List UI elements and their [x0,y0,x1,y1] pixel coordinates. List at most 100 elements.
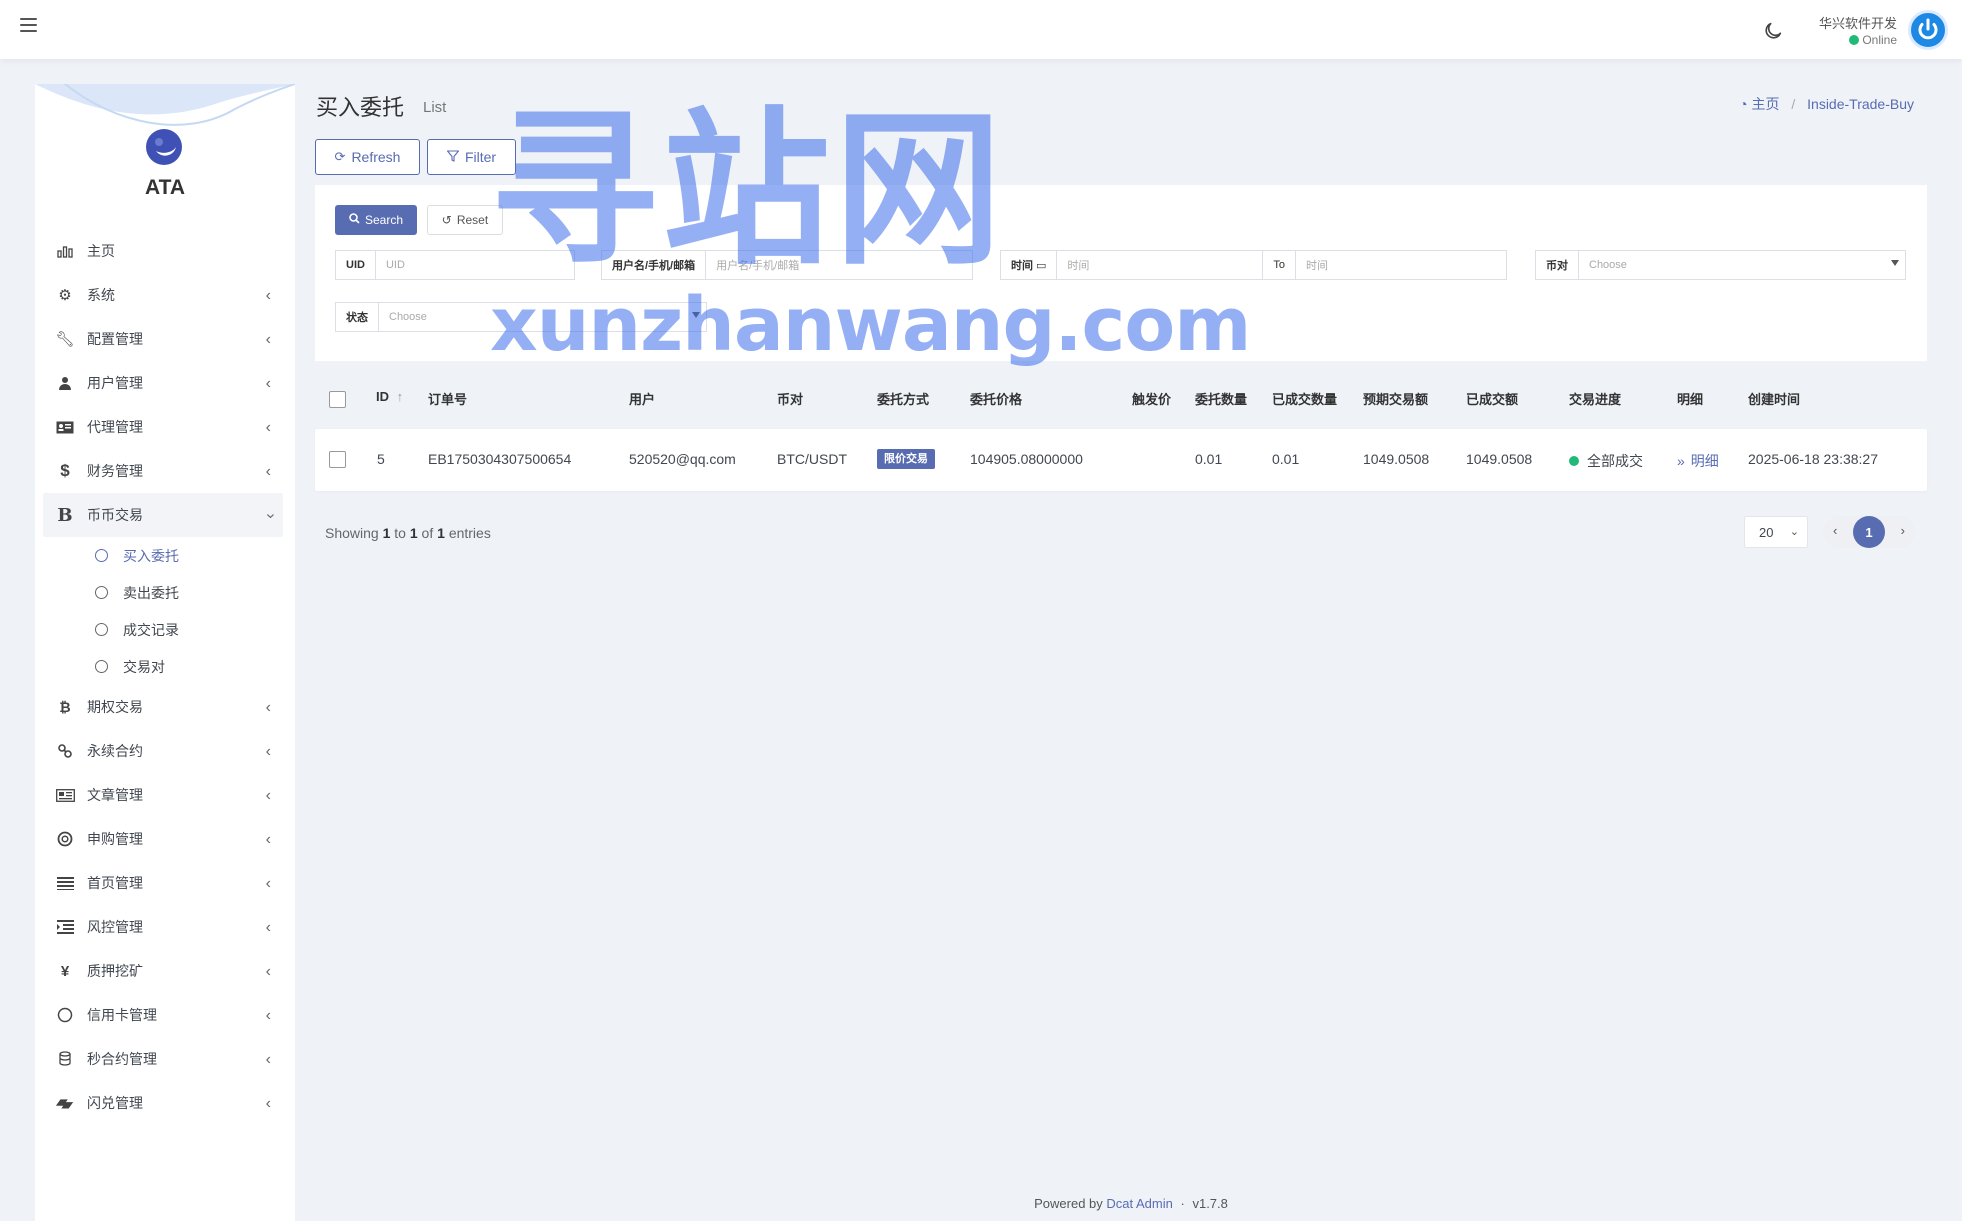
undo-icon: ↺ [441,213,452,227]
showing-prefix: Showing [325,525,379,541]
col-progress: 交易进度 [1569,392,1622,407]
row-checkbox[interactable] [329,451,346,468]
footer-link[interactable]: Dcat Admin [1106,1196,1172,1211]
sidebar-item-config[interactable]: 🔧︎ 配置管理 ‹ [35,317,295,361]
menu-toggle-icon[interactable] [20,18,37,34]
sidebar-item-risk[interactable]: 风控管理 ‹ [35,905,295,949]
pair-select[interactable]: Choose [1579,251,1905,279]
next-page-icon[interactable]: › [1901,523,1905,538]
col-qty: 委托数量 [1195,392,1248,407]
sidebar-item-finance[interactable]: $ 财务管理 ‹ [35,449,295,493]
status-label: 状态 [336,303,379,331]
sidebar-item-label: 期权交易 [87,699,143,715]
refresh-icon: ⟳ [334,149,346,164]
uid-label: UID [336,251,376,279]
brand-logo-icon [146,129,182,165]
filter-button-label: Filter [464,149,497,165]
lifebuoy-icon [55,829,75,849]
select-all-checkbox[interactable] [329,391,346,408]
col-filled-qty: 已成交数量 [1272,392,1338,407]
sidebar-item-label: 系统 [87,287,115,303]
refresh-button[interactable]: ⟳ Refresh [315,139,420,175]
circle-icon [95,549,108,562]
chevron-left-icon: ‹ [265,1007,271,1024]
sort-arrow-icon: ↑ [396,389,404,404]
id-card-icon [55,417,75,437]
dollar-icon: $ [60,461,70,480]
user-status: Online [1849,33,1897,47]
search-button[interactable]: Search [335,205,417,235]
sidebar-item-label: 财务管理 [87,463,143,479]
time-label-text: 时间 [1011,260,1033,272]
sidebar-item-staking[interactable]: ¥ 质押挖矿 ‹ [35,949,295,993]
submenu-item-pairs[interactable]: 交易对 [35,648,295,685]
user-name[interactable]: 华兴软件开发 [1819,13,1897,32]
power-icon [1918,18,1938,40]
dashboard-icon: ◔ [1739,96,1748,112]
sidebar-item-home[interactable]: 主页 [35,229,295,273]
col-id[interactable]: ID ↑ [376,389,403,404]
dark-mode-icon[interactable] [1762,20,1784,42]
time-end-input[interactable]: 时间 [1296,251,1506,279]
chevron-left-icon: ‹ [265,287,271,304]
sidebar-item-credit-card[interactable]: 信用卡管理 ‹ [35,993,295,1037]
sidebar-item-spot-trading[interactable]: B 币币交易 ‹ [43,493,283,537]
brand-name: ATA [144,176,186,199]
submenu-item-trades[interactable]: 成交记录 [35,611,295,648]
col-user: 用户 [629,392,656,407]
col-method: 委托方式 [877,392,930,407]
sidebar-item-options[interactable]: ₿ 期权交易 ‹ [35,685,295,729]
link-icon [55,741,75,761]
caret-down-icon [1891,260,1899,266]
user-status-text: Online [1862,33,1897,47]
sidebar-item-users[interactable]: 用户管理 ‹ [35,361,295,405]
submenu-item-buy-orders[interactable]: 买入委托 [35,537,295,574]
sidebar-item-system[interactable]: ⚙ 系统 ‹ [35,273,295,317]
chevron-left-icon: ‹ [265,1051,271,1068]
filter-button[interactable]: Filter [427,139,516,175]
submenu-item-sell-orders[interactable]: 卖出委托 [35,574,295,611]
filter-panel: Search ↺ Reset UID UID 用户名/手机/邮箱 用户名/手机/… [315,185,1927,361]
sidebar-item-flash-exchange[interactable]: 闪兑管理 ‹ [35,1081,295,1125]
status-dot-icon [1569,456,1579,466]
col-filled-amt: 已成交额 [1466,392,1519,407]
breadcrumb-separator: / [1791,96,1796,112]
calendar-icon: ▭ [1036,259,1047,272]
sidebar-item-label: 文章管理 [87,787,143,803]
user-input[interactable]: 用户名/手机/邮箱 [706,251,972,279]
submenu-item-label: 交易对 [123,658,165,675]
showing-total: 1 [437,525,445,541]
progress-text: 全部成交 [1587,453,1643,469]
page-current[interactable]: 1 [1853,516,1885,548]
sidebar-item-second-contract[interactable]: 秒合约管理 ‹ [35,1037,295,1081]
uid-input[interactable]: UID [376,251,574,279]
users-icon [55,373,75,393]
sidebar-item-agents[interactable]: 代理管理 ‹ [35,405,295,449]
avatar[interactable] [1908,10,1948,50]
col-created: 创建时间 [1748,392,1801,407]
showing-from: 1 [382,525,391,541]
per-page-select[interactable]: 20 ⌄ [1744,516,1808,548]
detail-link[interactable]: » 明细 [1677,451,1719,471]
sidebar-item-subscription[interactable]: 申购管理 ‹ [35,817,295,861]
chevron-left-icon: ‹ [265,375,271,392]
sidebar-item-perpetual[interactable]: 永续合约 ‹ [35,729,295,773]
breadcrumb-current[interactable]: Inside-Trade-Buy [1807,96,1914,112]
sidebar-item-homepage[interactable]: 首页管理 ‹ [35,861,295,905]
bitcoin-b-icon: B [57,504,73,526]
time-start-input[interactable]: 时间 [1057,251,1264,279]
sidebar-wave-decoration [35,84,295,126]
breadcrumb-home[interactable]: 主页 [1751,96,1779,112]
chevron-left-icon: ‹ [265,463,271,480]
prev-page-icon[interactable]: ‹ [1833,523,1837,538]
bar-chart-icon [55,241,75,261]
sidebar-item-articles[interactable]: 文章管理 ‹ [35,773,295,817]
chevron-left-icon: ‹ [265,875,271,892]
status-select[interactable]: Choose [379,303,706,331]
wrench-icon: 🔧︎ [55,331,75,348]
cell-order-no: EB1750304307500654 [428,451,572,467]
col-trigger: 触发价 [1132,392,1172,407]
chevron-left-icon: ‹ [265,787,271,804]
cell-method: 限价交易 [877,449,935,469]
reset-button[interactable]: ↺ Reset [427,205,503,235]
